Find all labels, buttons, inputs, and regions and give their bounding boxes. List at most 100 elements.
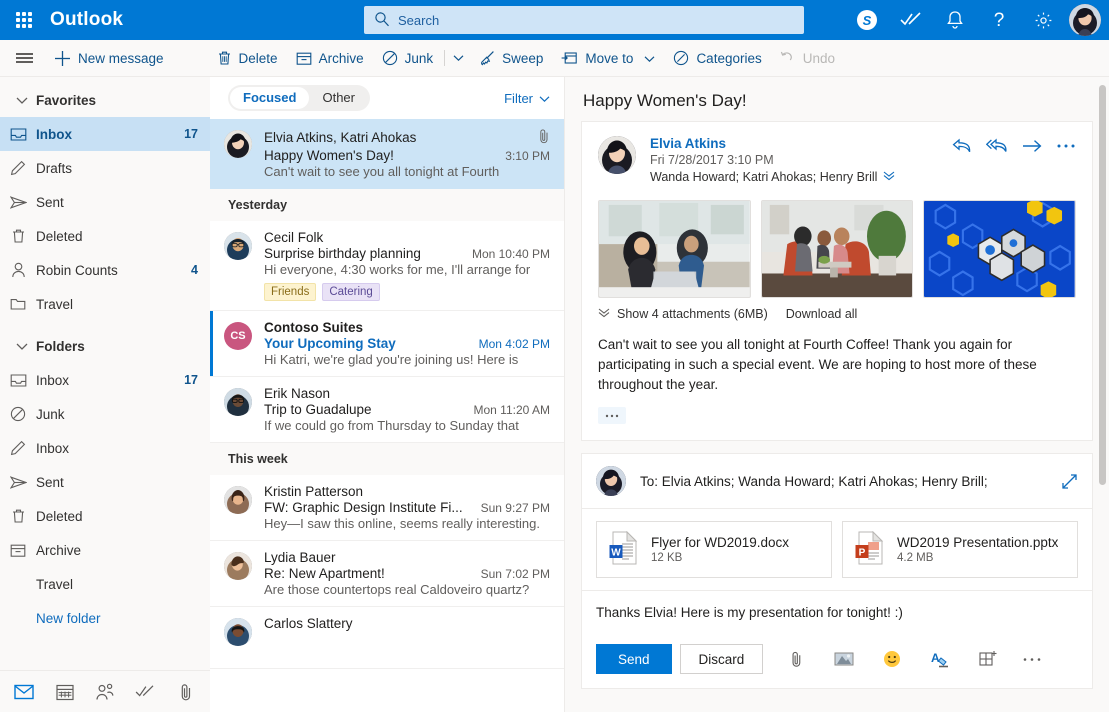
sidebar-item-archive[interactable]: Archive xyxy=(0,533,210,567)
emoji-icon[interactable] xyxy=(877,644,907,674)
notifications-bell-icon[interactable] xyxy=(933,0,977,40)
list-item[interactable]: Erik Nason Trip to Guadalupe Mon 11:20 A… xyxy=(210,377,564,443)
calendar-icon[interactable] xyxy=(44,671,84,712)
new-folder-button[interactable]: New folder xyxy=(0,601,210,635)
reply-recipients-row[interactable]: To: Elvia Atkins; Wanda Howard; Katri Ah… xyxy=(582,454,1092,509)
list-item[interactable]: Lydia Bauer Re: New Apartment! Sun 7:02 … xyxy=(210,541,564,607)
delete-button[interactable]: Delete xyxy=(208,40,287,77)
sweep-button[interactable]: Sweep xyxy=(470,40,552,77)
favorites-label: Favorites xyxy=(36,92,97,108)
skype-icon[interactable]: S xyxy=(845,0,889,40)
junk-chevron-down-icon[interactable] xyxy=(447,54,470,62)
header-actions: S ? xyxy=(845,0,1109,40)
send-button[interactable]: Send xyxy=(596,644,672,674)
message-list[interactable]: Elvia Atkins, Katri Ahokas Happy Women's… xyxy=(210,119,564,712)
sidebar-item-sent[interactable]: Sent xyxy=(0,185,210,219)
reply-icon[interactable] xyxy=(952,138,972,154)
reply-all-icon[interactable] xyxy=(986,138,1008,154)
sidebar-item-inbox-fav[interactable]: Inbox 17 xyxy=(0,117,210,151)
files-attachment-icon[interactable] xyxy=(166,671,206,712)
powerpoint-file-icon: P xyxy=(855,530,885,568)
status-badge-friends[interactable]: Friends xyxy=(264,283,317,301)
chevron-down-icon xyxy=(539,91,550,106)
sidebar-item-inbox-drafts[interactable]: Inbox xyxy=(0,431,210,465)
list-item[interactable]: CS Contoso Suites Your Upcoming Stay Mon… xyxy=(210,311,564,377)
sidebar-item-label: Robin Counts xyxy=(36,262,118,278)
app-launcher-icon[interactable] xyxy=(0,0,48,40)
message-list-header: Focused Other Filter xyxy=(210,77,564,119)
sidebar-item-drafts[interactable]: Drafts xyxy=(0,151,210,185)
insert-table-icon[interactable] xyxy=(973,644,1003,674)
attachment-powerpoint-file[interactable]: P WD2019 Presentation.pptx 4.2 MB xyxy=(842,521,1078,578)
more-actions-icon[interactable] xyxy=(1056,143,1076,149)
sidebar-item-inbox[interactable]: Inbox 17 xyxy=(0,363,210,397)
sidebar-item-junk[interactable]: Junk xyxy=(0,397,210,431)
search-box[interactable] xyxy=(364,6,804,34)
more-options-icon[interactable] xyxy=(1017,644,1047,674)
sidebar-item-robin-counts[interactable]: Robin Counts 4 xyxy=(0,253,210,287)
list-item-subject: Happy Women's Day! xyxy=(264,148,394,163)
thumbnail-office-meeting[interactable] xyxy=(760,200,914,298)
reply-to-field[interactable]: To: Elvia Atkins; Wanda Howard; Katri Ah… xyxy=(640,474,1061,489)
expand-recipients-chevron-icon[interactable] xyxy=(883,170,895,184)
sidebar-item-travel[interactable]: Travel xyxy=(0,567,210,601)
sidebar-item-label: Sent xyxy=(36,194,64,210)
menu-toggle-icon[interactable] xyxy=(0,40,48,77)
reply-body-text[interactable]: Thanks Elvia! Here is my presentation fo… xyxy=(582,591,1092,634)
sidebar-item-deleted-folder[interactable]: Deleted xyxy=(0,499,210,533)
discard-button[interactable]: Discard xyxy=(679,644,764,674)
mail-icon[interactable] xyxy=(4,671,44,712)
sidebar-item-label: Deleted xyxy=(36,508,83,524)
forward-icon[interactable] xyxy=(1022,139,1042,153)
thumbnail-two-women-laptop[interactable] xyxy=(598,200,751,298)
avatar xyxy=(224,552,252,580)
list-item[interactable]: Carlos Slattery xyxy=(210,607,564,669)
move-to-button[interactable]: Move to xyxy=(552,40,664,77)
list-item-sender: Elvia Atkins, Katri Ahokas xyxy=(264,130,417,145)
list-item-time: Sun 7:02 PM xyxy=(480,567,550,581)
list-item[interactable]: Elvia Atkins, Katri Ahokas Happy Women's… xyxy=(210,119,564,189)
pencil-icon xyxy=(0,440,36,456)
help-icon[interactable]: ? xyxy=(977,0,1021,40)
list-item[interactable]: Kristin Patterson FW: Graphic Design Ins… xyxy=(210,475,564,541)
people-icon[interactable] xyxy=(85,671,125,712)
move-to-chevron-down-icon[interactable] xyxy=(644,51,655,66)
status-badge-catering[interactable]: Catering xyxy=(322,283,380,301)
attachment-thumbnails xyxy=(598,200,1077,298)
list-item-sender: Carlos Slattery xyxy=(264,616,353,631)
reading-scrollbar-thumb[interactable] xyxy=(1099,85,1106,485)
tab-focused[interactable]: Focused xyxy=(230,87,310,109)
sidebar-item-travel-fav[interactable]: Travel xyxy=(0,287,210,321)
pencil-icon xyxy=(0,160,36,176)
sidebar-item-deleted[interactable]: Deleted xyxy=(0,219,210,253)
attachment-word-file[interactable]: W Flyer for WD2019.docx 12 KB xyxy=(596,521,832,578)
folders-group-header[interactable]: Folders xyxy=(0,329,210,363)
sidebar-item-label: Junk xyxy=(36,406,65,422)
search-input[interactable] xyxy=(398,12,794,28)
filter-button[interactable]: Filter xyxy=(504,91,550,106)
to-do-icon[interactable] xyxy=(125,671,165,712)
archive-button[interactable]: Archive xyxy=(287,40,373,77)
expand-icon[interactable] xyxy=(1061,473,1078,490)
thumbnail-blue-molecules[interactable] xyxy=(923,200,1077,298)
tab-other[interactable]: Other xyxy=(309,87,368,109)
download-all-button[interactable]: Download all xyxy=(786,307,858,321)
message-from[interactable]: Elvia Atkins xyxy=(650,136,895,151)
to-do-icon[interactable] xyxy=(889,0,933,40)
categories-button[interactable]: Categories xyxy=(664,40,770,77)
favorites-group-header[interactable]: Favorites xyxy=(0,83,210,117)
attach-file-icon[interactable] xyxy=(781,644,811,674)
show-attachments-button[interactable]: Show 4 attachments (6MB) xyxy=(598,307,768,321)
sidebar-item-sent-folder[interactable]: Sent xyxy=(0,465,210,499)
insert-picture-icon[interactable] xyxy=(829,644,859,674)
junk-button[interactable]: Junk xyxy=(373,40,443,77)
list-item-time: Mon 10:40 PM xyxy=(471,247,550,261)
text-formatting-icon[interactable]: A xyxy=(925,644,955,674)
new-message-button[interactable]: New message xyxy=(48,40,188,77)
settings-gear-icon[interactable] xyxy=(1021,0,1065,40)
undo-button[interactable]: Undo xyxy=(771,40,844,77)
svg-text:P: P xyxy=(859,548,866,559)
show-more-ellipsis-button[interactable] xyxy=(598,407,626,424)
avatar[interactable] xyxy=(1069,4,1101,36)
list-item[interactable]: Cecil Folk Surprise birthday planning Mo… xyxy=(210,221,564,311)
